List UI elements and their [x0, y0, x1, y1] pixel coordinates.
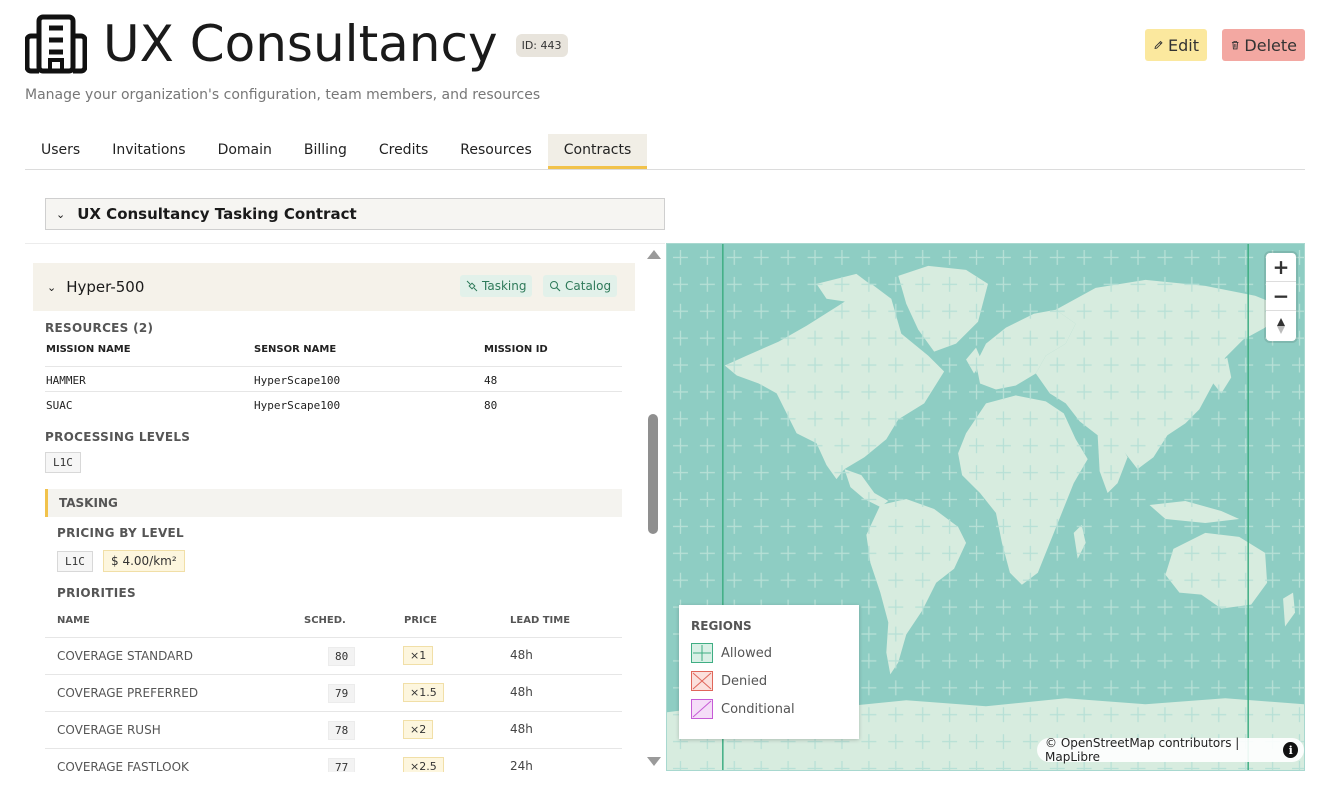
tasking-section-header: TASKING — [45, 489, 622, 517]
priority-price: ×2 — [403, 720, 434, 739]
page-title: UX Consultancy — [103, 15, 498, 73]
tab-credits[interactable]: Credits — [363, 134, 444, 169]
mission-name-cell: HAMMER — [46, 374, 86, 387]
legend-label: Allowed — [721, 645, 772, 661]
edit-button[interactable]: Edit — [1145, 29, 1207, 61]
column-header: MISSION NAME — [46, 344, 131, 355]
scrollbar-thumb[interactable] — [648, 414, 658, 534]
tab-resources[interactable]: Resources — [444, 134, 548, 169]
delete-button-label: Delete — [1244, 35, 1297, 55]
priority-lead-time: 48h — [510, 685, 533, 699]
map-legend: REGIONS Allowed Denied Conditional — [679, 605, 859, 739]
column-header: MISSION ID — [484, 344, 548, 355]
priority-name: COVERAGE RUSH — [57, 723, 161, 737]
pricing-value-pill: $ 4.00/km² — [103, 550, 185, 572]
table-row: COVERAGE STANDARD 80 ×1 48h — [45, 637, 622, 674]
tasking-chip-label: Tasking — [482, 279, 527, 293]
denied-swatch-icon — [691, 671, 713, 691]
regions-map[interactable]: + − REGIONS Allowed Denied Conditional ©… — [666, 243, 1305, 771]
satellite-icon — [466, 280, 478, 292]
tab-users[interactable]: Users — [25, 134, 96, 169]
priority-name: COVERAGE PREFERRED — [57, 686, 199, 700]
column-header: SCHED. — [304, 615, 346, 626]
priority-price: ×1.5 — [403, 683, 444, 702]
processing-level-pill: L1C — [45, 452, 81, 473]
pencil-icon — [1154, 40, 1163, 50]
product-accordion-header[interactable]: ⌄ Hyper-500 Tasking Catalog — [33, 263, 635, 311]
tab-domain[interactable]: Domain — [202, 134, 288, 169]
trash-icon — [1231, 41, 1239, 50]
priority-name: COVERAGE FASTLOOK — [57, 760, 189, 772]
legend-label: Conditional — [721, 701, 795, 717]
legend-item-allowed: Allowed — [691, 643, 772, 663]
tasking-chip[interactable]: Tasking — [460, 275, 533, 297]
map-attribution: © OpenStreetMap contributors | MapLibre … — [1037, 736, 1304, 764]
sensor-name-cell: HyperScape100 — [254, 374, 341, 387]
priority-sched: 80 — [328, 647, 356, 666]
allowed-swatch-icon — [691, 643, 713, 663]
priority-price: ×2.5 — [403, 757, 444, 772]
tab-invitations[interactable]: Invitations — [96, 134, 201, 169]
legend-label: Denied — [721, 673, 768, 689]
info-icon[interactable]: i — [1283, 742, 1298, 758]
contract-accordion-header[interactable]: ⌄ UX Consultancy Tasking Contract — [45, 198, 665, 230]
table-row: COVERAGE RUSH 78 ×2 48h — [45, 711, 622, 748]
pricing-level-pill: L1C — [57, 551, 93, 572]
building-icon — [25, 14, 87, 74]
column-header: SENSOR NAME — [254, 344, 337, 355]
page-subtitle: Manage your organization's configuration… — [25, 87, 541, 103]
chevron-down-icon: ⌄ — [47, 280, 57, 294]
edit-button-label: Edit — [1168, 35, 1199, 55]
column-header: LEAD TIME — [510, 615, 571, 626]
priority-price: ×1 — [403, 646, 434, 665]
legend-item-denied: Denied — [691, 671, 767, 691]
column-header: PRICE — [404, 615, 437, 626]
compass-icon — [1277, 317, 1285, 334]
scroll-up-arrow-icon[interactable] — [647, 250, 661, 259]
mission-id-cell: 48 — [484, 374, 498, 387]
attribution-text[interactable]: © OpenStreetMap contributors | MapLibre — [1045, 736, 1275, 764]
delete-button[interactable]: Delete — [1222, 29, 1305, 61]
priority-sched: 78 — [328, 721, 356, 740]
catalog-chip-label: Catalog — [565, 279, 612, 293]
contract-details-panel: ⌄ Hyper-500 Tasking Catalog RESOURCES (2… — [25, 244, 640, 772]
pricing-heading: PRICING BY LEVEL — [57, 526, 184, 540]
compass-button[interactable] — [1266, 311, 1296, 340]
priority-lead-time: 48h — [510, 648, 533, 662]
resources-heading: RESOURCES (2) — [45, 321, 154, 335]
tab-billing[interactable]: Billing — [288, 134, 363, 169]
priority-lead-time: 24h — [510, 759, 533, 772]
table-row: HAMMER HyperScape100 48 — [45, 366, 622, 391]
sensor-name-cell: HyperScape100 — [254, 399, 341, 412]
column-header: NAME — [57, 615, 90, 626]
table-row: COVERAGE PREFERRED 79 ×1.5 48h — [45, 674, 622, 711]
conditional-swatch-icon — [691, 699, 713, 719]
zoom-in-button[interactable]: + — [1266, 253, 1296, 282]
priority-lead-time: 48h — [510, 722, 533, 736]
chevron-down-icon: ⌄ — [56, 207, 66, 221]
product-name: Hyper-500 — [66, 278, 145, 296]
priority-name: COVERAGE STANDARD — [57, 649, 193, 663]
zoom-out-button[interactable]: − — [1266, 282, 1296, 311]
contract-title: UX Consultancy Tasking Contract — [77, 205, 357, 223]
mission-name-cell: SUAC — [46, 399, 73, 412]
map-zoom-controls: + − — [1266, 253, 1296, 341]
priority-sched: 79 — [328, 684, 356, 703]
catalog-chip[interactable]: Catalog — [543, 275, 618, 297]
priority-sched: 77 — [328, 758, 356, 772]
legend-title: REGIONS — [691, 619, 752, 633]
scroll-down-arrow-icon[interactable] — [647, 757, 661, 766]
id-badge: ID: 443 — [515, 33, 568, 57]
catalog-search-icon — [550, 281, 561, 292]
priorities-heading: PRIORITIES — [57, 586, 136, 600]
table-row: SUAC HyperScape100 80 — [45, 391, 622, 416]
legend-item-conditional: Conditional — [691, 699, 795, 719]
processing-levels-heading: PROCESSING LEVELS — [45, 430, 191, 444]
mission-id-cell: 80 — [484, 399, 498, 412]
details-scrollbar[interactable] — [645, 246, 661, 770]
table-row: COVERAGE FASTLOOK 77 ×2.5 24h — [45, 748, 622, 772]
tab-contracts[interactable]: Contracts — [547, 134, 648, 169]
tab-bar: Users Invitations Domain Billing Credits… — [25, 134, 1305, 170]
page-header: UX Consultancy ID: 443 — [25, 14, 568, 74]
